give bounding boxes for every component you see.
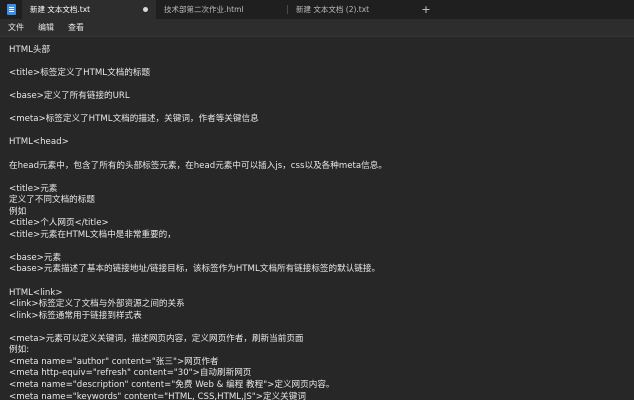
unsaved-dot-icon[interactable] — [143, 7, 148, 12]
editor-line: <meta name="description" content="免费 Web… — [9, 379, 335, 390]
new-tab-button[interactable]: + — [416, 0, 436, 19]
notepad-app-icon — [0, 0, 22, 19]
tab-file-2[interactable]: 技术部第二次作业.html — [156, 0, 288, 19]
tab-file-3[interactable]: 新建 文本文档 (2).txt — [288, 0, 416, 19]
menu-view[interactable]: 查看 — [68, 22, 84, 33]
editor-line: <base>元素描述了基本的链接地址/链接目标，该标签作为HTML文档所有链接标… — [9, 264, 381, 275]
editor-line: <title>元素 — [9, 183, 58, 194]
editor-line: 例如 — [9, 206, 27, 217]
tab-label: 技术部第二次作业.html — [164, 5, 244, 14]
tab-label: 新建 文本文档 (2).txt — [296, 5, 370, 14]
menu-file[interactable]: 文件 — [8, 22, 24, 33]
editor-line: <base>元素 — [9, 252, 62, 263]
editor-line: <title>元素在HTML文档中是非常重要的， — [9, 229, 176, 240]
tab-label: 新建 文本文档.txt — [30, 5, 91, 14]
editor-line: <meta name="keywords" content="HTML, CSS… — [9, 391, 306, 400]
editor-line: <title>个人网页</title> — [9, 218, 109, 229]
editor-line: <title>标签定义了HTML文档的标题 — [9, 68, 151, 79]
editor-line: <meta http-equiv="refresh" content="30">… — [9, 368, 252, 379]
editor-line: <link>标签定义了文档与外部资源之间的关系 — [9, 299, 185, 310]
editor-line: HTML头部 — [9, 45, 51, 55]
editor-line: HTML<link> — [9, 287, 63, 298]
editor-line: <meta>标签定义了HTML文档的描述，关键词，作者等关键信息 — [9, 114, 259, 125]
editor-line: 在head元素中，包含了所有的头部标签元素，在head元素中可以插入js，css… — [9, 160, 387, 171]
editor-line: <meta name="author" content="张三">网页作者 — [9, 356, 219, 367]
editor-line: HTML<head> — [9, 137, 69, 148]
editor-line: 例如: — [9, 345, 30, 356]
text-editor[interactable]: HTML头部 <title>标签定义了HTML文档的标题 <base>定义了所有链接… — [0, 37, 634, 400]
menu-edit[interactable]: 编辑 — [38, 22, 54, 33]
editor-line: <base>定义了所有链接的URL — [9, 91, 130, 102]
editor-line: 定义了不同文档的标题 — [9, 195, 95, 206]
menu-bar: 文件 编辑 查看 — [0, 19, 634, 37]
editor-line: <link>标签通常用于链接到样式表 — [9, 310, 142, 321]
editor-line: <meta>元素可以定义关键词，描述网页内容，定义网页作者，刷新当前页面 — [9, 333, 304, 344]
tab-file-1[interactable]: 新建 文本文档.txt — [22, 0, 156, 19]
tab-bar: 新建 文本文档.txt 技术部第二次作业.html 新建 文本文档 (2).tx… — [0, 0, 634, 19]
